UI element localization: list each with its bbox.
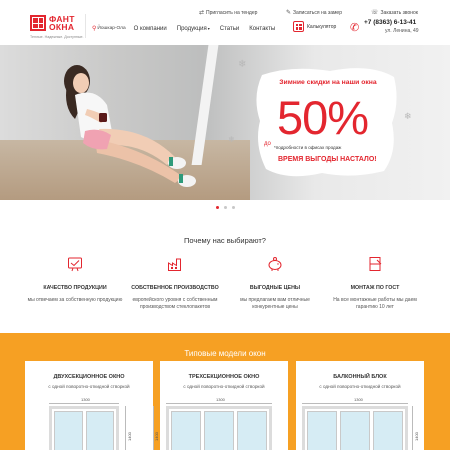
feature-production: СОБСТВЕННОЕ ПРОИЗВОДСТВО европейского ур… — [125, 256, 225, 311]
width-dimension-line — [302, 403, 408, 404]
feature-title: СОБСТВЕННОЕ ПРОИЗВОДСТВО — [131, 285, 219, 291]
feature-text: мы предлагаем вам отличные конкурентные … — [240, 297, 310, 310]
model-width: 1300 — [354, 397, 363, 402]
handshake-icon: ⇄ — [199, 10, 205, 16]
mounting-icon — [369, 257, 382, 271]
model-card-title: ДВУХСЕКЦИОННОЕ ОКНО — [53, 374, 125, 380]
feature-text: На все монтажные работы мы даем гарантию… — [333, 297, 417, 310]
window-illustration — [49, 406, 119, 450]
model-card-balcony[interactable]: БАЛКОННЫЙ БЛОК с одной поворотно-откидно… — [296, 361, 424, 450]
measure-link[interactable]: ✎ Записаться на замер — [286, 9, 342, 17]
features-list: КАЧЕСТВО ПРОДУКЦИИ мы отвечаем за собств… — [25, 256, 425, 311]
model-card-subtitle: с одной поворотно-откидной створкой — [48, 384, 130, 389]
promo-cta[interactable]: ВРЕМЯ ВЫГОДЫ НАСТАЛО! — [278, 156, 377, 163]
window-pane — [171, 411, 201, 450]
main-nav: ⚲ Йошкар-Ола О компании Продукция▾ Стать… — [92, 25, 285, 33]
feature-text: мы отвечаем за собственную продукцию — [27, 297, 123, 303]
model-card-subtitle: с одной поворотно-откидной створкой — [183, 384, 265, 389]
window-logo-icon — [30, 15, 46, 31]
nav-item-products[interactable]: Продукция▾ — [177, 26, 210, 32]
brand-name: ФАНТ ОКНА — [49, 14, 75, 32]
quality-icon — [68, 257, 82, 272]
model-width: 1300 — [216, 397, 225, 402]
model-width: 1300 — [81, 397, 90, 402]
site-header: ФАНТ ОКНА Теплые. Надежные. Доступные. ⇄… — [0, 0, 450, 45]
header-divider — [85, 14, 86, 38]
office-address: ул. Ленина, 49 — [385, 28, 419, 34]
promo-note: *подробности в офисах продаж — [274, 145, 342, 150]
model-card-title: ТРЕХСЕКЦИОННОЕ ОКНО — [188, 374, 260, 380]
width-dimension-line — [49, 403, 119, 404]
model-height: 1400 — [127, 432, 132, 441]
window-pane — [85, 411, 114, 450]
why-section-title: Почему нас выбирают? — [184, 236, 266, 245]
window-pane — [373, 411, 403, 450]
phone-icon: ☏ — [371, 10, 379, 16]
slider-dot-1[interactable] — [215, 206, 219, 209]
nav-item-articles[interactable]: Статьи — [220, 26, 239, 32]
width-dimension-line — [166, 403, 272, 404]
calculator-link[interactable]: Калькулятор — [293, 21, 336, 32]
brand-logo[interactable]: ФАНТ ОКНА — [30, 15, 75, 31]
feature-quality: КАЧЕСТВО ПРОДУКЦИИ мы отвечаем за собств… — [25, 256, 125, 311]
window-pane — [204, 411, 234, 450]
height-dimension-line — [412, 406, 413, 450]
height-dimension-line — [125, 406, 126, 450]
window-illustration — [166, 406, 272, 450]
tender-link[interactable]: ⇄ Пригласить на тендер — [199, 9, 257, 17]
feature-mounting: МОНТАЖ ПО ГОСТ На все монтажные работы м… — [325, 256, 425, 311]
factory-icon — [168, 258, 181, 271]
promo-discount: 50% — [277, 91, 369, 144]
window-pane — [340, 411, 370, 450]
calculator-icon — [293, 21, 304, 32]
snowflake-icon: ❄ — [238, 59, 247, 70]
nav-item-contacts[interactable]: Контакты — [249, 26, 275, 32]
model-height: 1400 — [154, 432, 159, 441]
model-card-three-section[interactable]: ТРЕХСЕКЦИОННОЕ ОКНО с одной поворотно-от… — [153, 361, 288, 450]
promo-title: Зимние скидки на наши окна — [279, 79, 377, 86]
window-pane — [237, 411, 267, 450]
location-pin-icon: ⚲ — [92, 26, 97, 32]
hero-slider[interactable]: ❄ ❄ ❄ Зимние скидки на наши окна до 50% … — [0, 45, 450, 200]
feature-prices: ВЫГОДНЫЕ ЦЕНЫ мы предлагаем вам отличные… — [225, 256, 325, 311]
slider-dot-3[interactable] — [231, 206, 235, 209]
slider-dot-2[interactable] — [223, 206, 227, 209]
model-card-title: БАЛКОННЫЙ БЛОК — [333, 374, 387, 380]
feature-text: европейского уровня с собственным произв… — [132, 297, 218, 310]
feature-title: ВЫГОДНЫЕ ЦЕНЫ — [249, 285, 301, 291]
window-models-section: Типовые модели окон ДВУХСЕКЦИОННОЕ ОКНО … — [0, 333, 450, 450]
nav-item-about[interactable]: О компании — [134, 26, 167, 32]
model-height: 1400 — [414, 432, 419, 441]
snowflake-icon: ❄ — [228, 135, 235, 144]
phone-number[interactable]: +7 (8363) 6-13-41 — [364, 19, 416, 26]
brand-slogan: Теплые. Надежные. Доступные. — [30, 35, 84, 39]
snowflake-icon: ❄ — [404, 111, 412, 121]
city-selector[interactable]: ⚲ Йошкар-Ола — [92, 25, 126, 32]
chevron-down-icon: ▾ — [207, 25, 210, 31]
window-pane — [54, 411, 83, 450]
height-dimension-line — [153, 406, 154, 450]
model-card-subtitle: с одной поворотно-откидной створкой — [319, 384, 401, 389]
model-card-two-section[interactable]: ДВУХСЕКЦИОННОЕ ОКНО с одной поворотно-от… — [25, 361, 153, 450]
pencil-icon: ✎ — [286, 10, 292, 16]
callback-link[interactable]: ☏ Заказать звонок — [371, 9, 418, 17]
feature-title: МОНТАЖ ПО ГОСТ — [350, 285, 400, 291]
hero-girl-illustration — [64, 65, 196, 187]
piggy-bank-icon — [268, 257, 282, 271]
balcony-door-pane — [307, 411, 337, 450]
slider-pagination — [0, 206, 450, 209]
window-illustration — [302, 406, 408, 450]
promo-prefix: до — [264, 141, 271, 147]
feature-title: КАЧЕСТВО ПРОДУКЦИИ — [43, 285, 107, 291]
models-title: Типовые модели окон — [184, 349, 266, 358]
phone-call-icon[interactable]: ✆ — [350, 22, 362, 34]
